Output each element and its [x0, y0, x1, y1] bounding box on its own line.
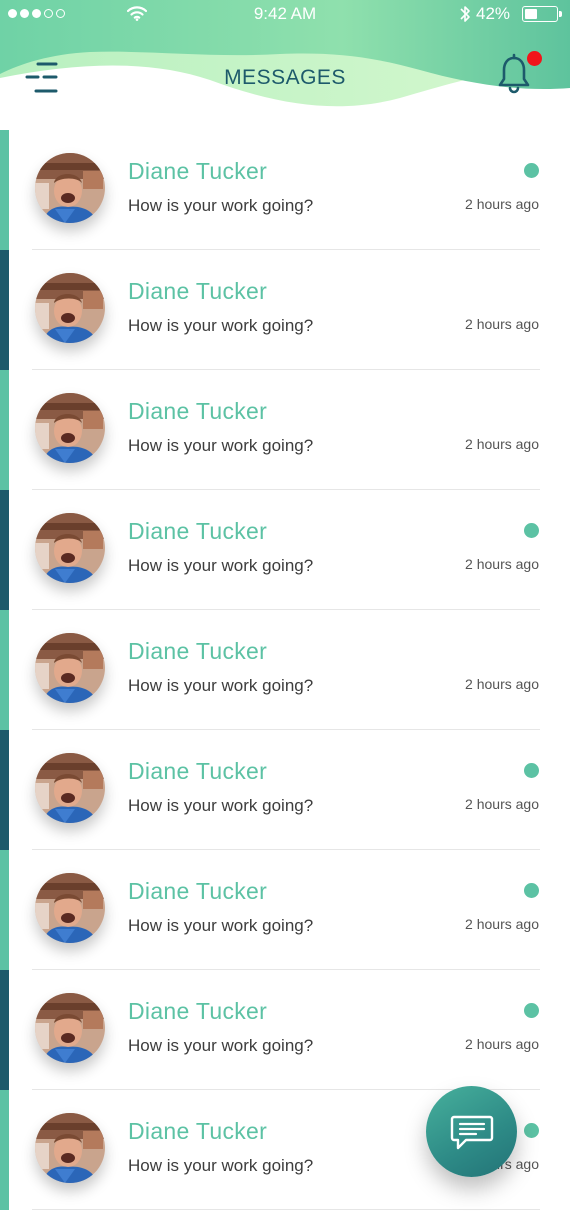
- avatar[interactable]: [35, 393, 105, 463]
- unread-indicator: [524, 1123, 539, 1138]
- message-preview: How is your work going?: [128, 676, 314, 695]
- new-message-button[interactable]: [426, 1086, 517, 1177]
- message-row[interactable]: Diane Tucker How is your work going? 2 h…: [0, 490, 570, 610]
- row-stripe: [0, 1090, 9, 1210]
- bluetooth-icon: [460, 6, 470, 22]
- unread-indicator: [524, 1003, 539, 1018]
- row-divider: [32, 1208, 540, 1210]
- row-stripe: [0, 610, 9, 730]
- chat-icon: [450, 1115, 494, 1150]
- contact-name: Diane Tucker: [128, 1118, 268, 1144]
- row-stripe: [0, 130, 9, 250]
- avatar-photo: [35, 753, 105, 823]
- contact-name: Diane Tucker: [128, 878, 268, 904]
- avatar[interactable]: [35, 1113, 105, 1183]
- message-row[interactable]: Diane Tucker How is your work going? 2 h…: [0, 250, 570, 370]
- avatar-photo: [35, 513, 105, 583]
- avatar-photo: [35, 993, 105, 1063]
- notification-badge: [527, 51, 542, 66]
- message-time: 2 hours ago: [465, 916, 539, 932]
- unread-indicator: [524, 523, 539, 538]
- avatar-photo: [35, 633, 105, 703]
- message-row[interactable]: Diane Tucker How is your work going? 2 h…: [0, 370, 570, 490]
- contact-name: Diane Tucker: [128, 278, 268, 304]
- contact-name: Diane Tucker: [128, 638, 268, 664]
- avatar[interactable]: [35, 993, 105, 1063]
- message-preview: How is your work going?: [128, 556, 314, 575]
- message-preview: How is your work going?: [128, 916, 314, 935]
- message-list: Diane Tucker How is your work going? 2 h…: [0, 130, 570, 1210]
- row-stripe: [0, 730, 9, 850]
- row-stripe: [0, 970, 9, 1090]
- avatar[interactable]: [35, 753, 105, 823]
- unread-indicator: [524, 883, 539, 898]
- message-row[interactable]: Diane Tucker How is your work going? 2 h…: [0, 850, 570, 970]
- message-time: 2 hours ago: [465, 1036, 539, 1052]
- message-preview: How is your work going?: [128, 316, 314, 335]
- message-preview: How is your work going?: [128, 796, 314, 815]
- contact-name: Diane Tucker: [128, 158, 268, 184]
- message-preview: How is your work going?: [128, 436, 314, 455]
- header: 9:42 AM 42% MESSAGES: [0, 0, 570, 120]
- avatar-photo: [35, 153, 105, 223]
- avatar[interactable]: [35, 513, 105, 583]
- unread-indicator: [524, 163, 539, 178]
- message-row[interactable]: Diane Tucker How is your work going? 2 h…: [0, 970, 570, 1090]
- status-bar: 9:42 AM 42%: [0, 0, 570, 28]
- message-time: 2 hours ago: [465, 436, 539, 452]
- message-row[interactable]: Diane Tucker How is your work going? 2 h…: [0, 130, 570, 250]
- contact-name: Diane Tucker: [128, 998, 268, 1024]
- avatar[interactable]: [35, 153, 105, 223]
- contact-name: Diane Tucker: [128, 758, 268, 784]
- unread-indicator: [524, 763, 539, 778]
- battery-icon: [522, 6, 562, 22]
- message-time: 2 hours ago: [465, 316, 539, 332]
- avatar-photo: [35, 393, 105, 463]
- row-stripe: [0, 490, 9, 610]
- row-stripe: [0, 250, 9, 370]
- avatar[interactable]: [35, 273, 105, 343]
- battery-percent: 42%: [476, 4, 511, 23]
- message-preview: How is your work going?: [128, 196, 314, 215]
- message-time: 2 hours ago: [465, 196, 539, 212]
- avatar[interactable]: [35, 633, 105, 703]
- message-row[interactable]: Diane Tucker How is your work going? 2 h…: [0, 730, 570, 850]
- avatar-photo: [35, 273, 105, 343]
- avatar-photo: [35, 1113, 105, 1183]
- contact-name: Diane Tucker: [128, 398, 268, 424]
- row-stripe: [0, 850, 9, 970]
- contact-name: Diane Tucker: [128, 518, 268, 544]
- message-preview: How is your work going?: [128, 1156, 314, 1175]
- avatar-photo: [35, 873, 105, 943]
- message-row[interactable]: Diane Tucker How is your work going? 2 h…: [0, 610, 570, 730]
- message-time: 2 hours ago: [465, 676, 539, 692]
- row-stripe: [0, 370, 9, 490]
- avatar[interactable]: [35, 873, 105, 943]
- message-time: 2 hours ago: [465, 796, 539, 812]
- message-preview: How is your work going?: [128, 1036, 314, 1055]
- message-time: 2 hours ago: [465, 556, 539, 572]
- page-title: MESSAGES: [224, 66, 346, 89]
